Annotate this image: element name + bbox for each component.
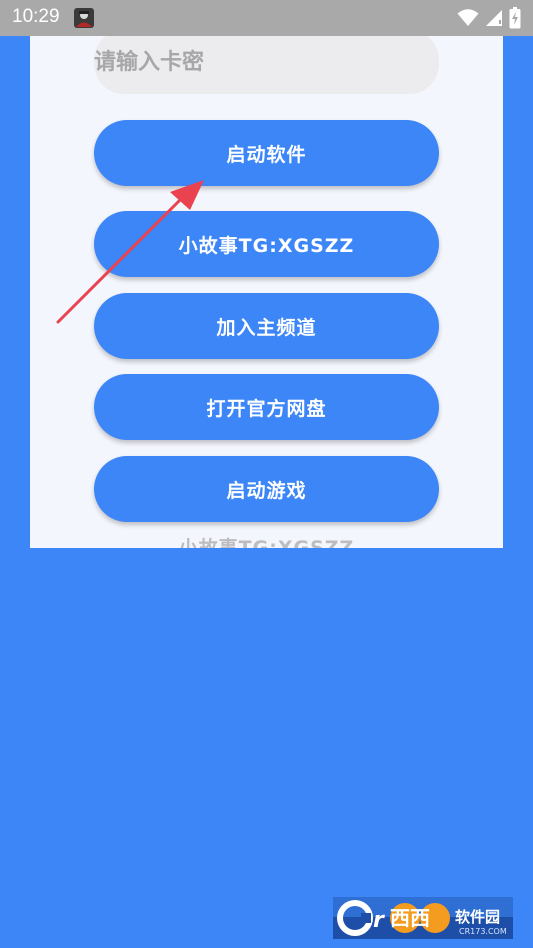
- join-channel-button[interactable]: 加入主频道: [94, 293, 439, 359]
- signal-icon: [486, 10, 502, 26]
- start-software-label: 启动软件: [226, 143, 307, 166]
- battery-icon: [509, 7, 521, 29]
- card-key-input[interactable]: [94, 30, 439, 94]
- story-tg-button[interactable]: 小故事TG:XGSZZ: [94, 211, 439, 277]
- start-game-button[interactable]: 启动游戏: [94, 456, 439, 522]
- status-time: 10:29: [12, 6, 60, 27]
- app-avatar-icon: [74, 8, 94, 28]
- wifi-icon: [457, 9, 479, 26]
- login-panel: 启动软件 小故事TG:XGSZZ 加入主频道 打开官方网盘 启动游戏 小故事TG…: [30, 0, 503, 548]
- start-software-button[interactable]: 启动软件: [94, 120, 439, 186]
- status-bar: 10:29: [0, 0, 533, 36]
- cr173-watermark-logo: r 西西 软件园 CR173.COM: [333, 897, 513, 939]
- footer-text: 小故事TG:XGSZZ: [178, 537, 355, 548]
- open-netdisk-label: 打开官方网盘: [206, 397, 327, 420]
- svg-text:软件园: 软件园: [455, 908, 500, 926]
- story-tg-label: 小故事TG:XGSZZ: [178, 234, 355, 257]
- join-channel-label: 加入主频道: [216, 316, 317, 339]
- start-game-label: 启动游戏: [226, 479, 307, 502]
- svg-text:CR173.COM: CR173.COM: [459, 927, 507, 936]
- svg-text:r: r: [373, 908, 385, 933]
- open-netdisk-button[interactable]: 打开官方网盘: [94, 374, 439, 440]
- svg-text:西西: 西西: [390, 906, 430, 930]
